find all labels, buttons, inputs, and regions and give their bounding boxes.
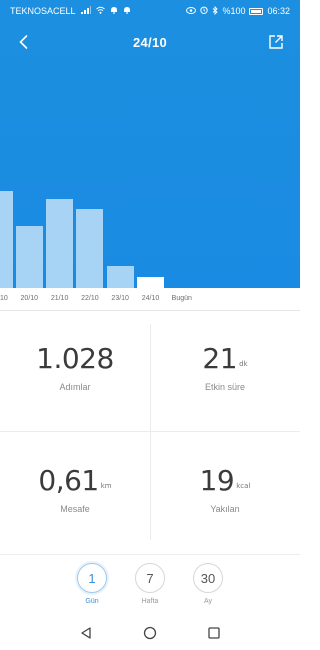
- chart-bar[interactable]: [15, 225, 43, 288]
- period-selector: 1 Gün 7 Hafta 30 Ay: [0, 554, 300, 617]
- steps-stat: 1.028 Adımlar: [0, 310, 150, 432]
- status-bar: TEKNOSACELL %100 06:32: [0, 0, 300, 22]
- calories-value: 19 kcal: [199, 464, 251, 497]
- period-day-label: Gün: [85, 598, 99, 605]
- battery-icon: [249, 7, 264, 15]
- chart-x-tick-label: 20/10: [20, 295, 39, 302]
- chart-x-tick-label: Bugün: [171, 295, 192, 302]
- period-day-button[interactable]: 1 Gün: [70, 563, 114, 605]
- period-month-circle: 30: [193, 563, 223, 593]
- distance-label: Mesafe: [60, 504, 90, 514]
- home-circle-icon: [143, 626, 157, 640]
- chart-bar[interactable]: [46, 199, 74, 288]
- active-time-stat: 21 dk Etkin süre: [150, 310, 300, 432]
- signal-icon: [80, 6, 91, 16]
- notification-bell-icon: [123, 6, 131, 16]
- back-triangle-icon: [81, 627, 91, 639]
- period-week-button[interactable]: 7 Hafta: [128, 563, 172, 605]
- chart-x-tick-label: 24/10: [141, 295, 160, 302]
- calories-stat: 19 kcal Yakılan: [150, 432, 300, 554]
- chevron-left-icon: [19, 35, 28, 49]
- wifi-icon: [95, 6, 105, 16]
- chart-x-tick-label: 23/10: [111, 295, 129, 302]
- nav-back-button[interactable]: [78, 625, 94, 641]
- battery-percent: %100: [222, 6, 246, 16]
- steps-label: Adımlar: [59, 382, 91, 392]
- stats-grid: 1.028 Adımlar 21 dk Etkin süre 0,61 km Mes…: [0, 310, 300, 554]
- period-day-circle: 1: [77, 563, 107, 593]
- share-button[interactable]: [266, 32, 286, 52]
- system-nav-bar: [0, 616, 300, 650]
- carrier-name: TEKNOSACELL: [10, 6, 76, 16]
- clock: 06:32: [267, 6, 290, 16]
- period-week-label: Hafta: [141, 598, 159, 605]
- period-month-label: Ay: [203, 598, 213, 605]
- back-button[interactable]: [14, 32, 34, 52]
- app-bar: 24/10: [0, 22, 300, 62]
- distance-value: 0,61 km: [38, 464, 112, 497]
- nav-recents-button[interactable]: [206, 625, 222, 641]
- bluetooth-icon: [212, 5, 219, 17]
- eye-icon: [186, 6, 197, 16]
- active-time-value: 21 dk: [202, 342, 248, 375]
- distance-stat: 0,61 km Mesafe: [0, 432, 150, 554]
- distance-unit: km: [100, 482, 112, 490]
- chart-x-axis: 19/10 20/10 21/10 22/10 23/10 24/10 Bugün: [0, 288, 300, 311]
- chart-bar[interactable]: [76, 208, 104, 288]
- alarm-icon: [200, 6, 209, 16]
- chart-bar[interactable]: [137, 276, 164, 288]
- chart-bar[interactable]: [0, 191, 13, 288]
- calories-label: Yakılan: [210, 504, 240, 514]
- steps-value: 1.028: [36, 342, 114, 375]
- active-time-label: Etkin süre: [204, 382, 246, 392]
- share-icon: [269, 35, 283, 49]
- recents-square-icon: [208, 627, 220, 639]
- period-week-circle: 7: [135, 563, 165, 593]
- steps-bar-chart[interactable]: [0, 62, 300, 288]
- period-month-button[interactable]: 30 Ay: [186, 563, 230, 605]
- chart-x-tick-label: 22/10: [81, 295, 99, 302]
- nav-home-button[interactable]: [142, 625, 158, 641]
- chart-x-tick-label: 19/10: [0, 295, 8, 302]
- calories-unit: kcal: [236, 482, 251, 490]
- date-title: 24/10: [132, 34, 168, 50]
- chart-bar[interactable]: [106, 265, 134, 288]
- active-time-unit: dk: [239, 360, 248, 368]
- notification-bell-icon: [110, 6, 118, 16]
- chart-x-tick-label: 21/10: [50, 295, 69, 302]
